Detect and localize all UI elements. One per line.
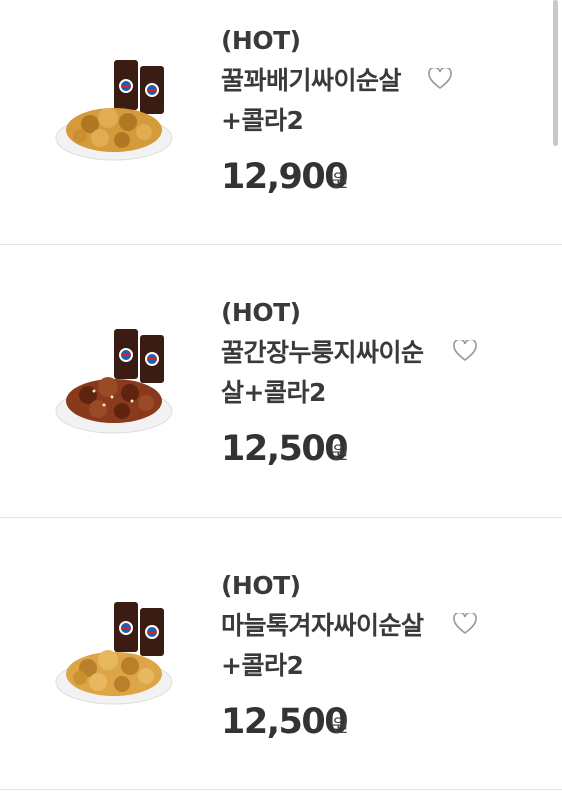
menu-item-image: [55, 602, 173, 705]
menu-list-screen: { "items": [ { "tag": "(HOT)", "name_lin…: [0, 0, 562, 798]
menu-item[interactable]: (HOT) 꿀꽈배기싸이순살 +콜라2 12,900 원: [0, 0, 562, 245]
currency-label: 원: [332, 716, 349, 737]
menu-item-name-line1: 꿀꽈배기싸이순살: [221, 66, 402, 95]
menu-item[interactable]: (HOT) 꿀간장누룽지싸이순 살+콜라2 12,500 원: [0, 245, 562, 518]
menu-item-name-line2: +콜라2: [221, 106, 304, 135]
menu-item-image: [55, 60, 173, 161]
heart-outline-icon[interactable]: [428, 68, 452, 90]
menu-item-tag: (HOT): [221, 26, 301, 55]
menu-item-name-line1: 꿀간장누룽지싸이순: [221, 338, 424, 367]
menu-item-price: 12,500: [221, 429, 349, 469]
heart-outline-icon[interactable]: [453, 613, 477, 635]
menu-item-name-line2: 살+콜라2: [221, 378, 326, 407]
menu-item-image: [55, 329, 173, 434]
menu-item-tag: (HOT): [221, 298, 301, 327]
menu-item-tag: (HOT): [221, 571, 301, 600]
menu-item[interactable]: (HOT) 마늘톡겨자싸이순살 +콜라2 12,500 원: [0, 518, 562, 790]
currency-label: 원: [332, 443, 349, 464]
heart-outline-icon[interactable]: [453, 340, 477, 362]
currency-label: 원: [332, 171, 349, 192]
menu-item-price: 12,500: [221, 702, 349, 742]
menu-item-name-line1: 마늘톡겨자싸이순살: [221, 611, 424, 640]
menu-item-price: 12,900: [221, 157, 349, 197]
menu-item-name-line2: +콜라2: [221, 651, 304, 680]
scrollbar[interactable]: [553, 0, 558, 146]
